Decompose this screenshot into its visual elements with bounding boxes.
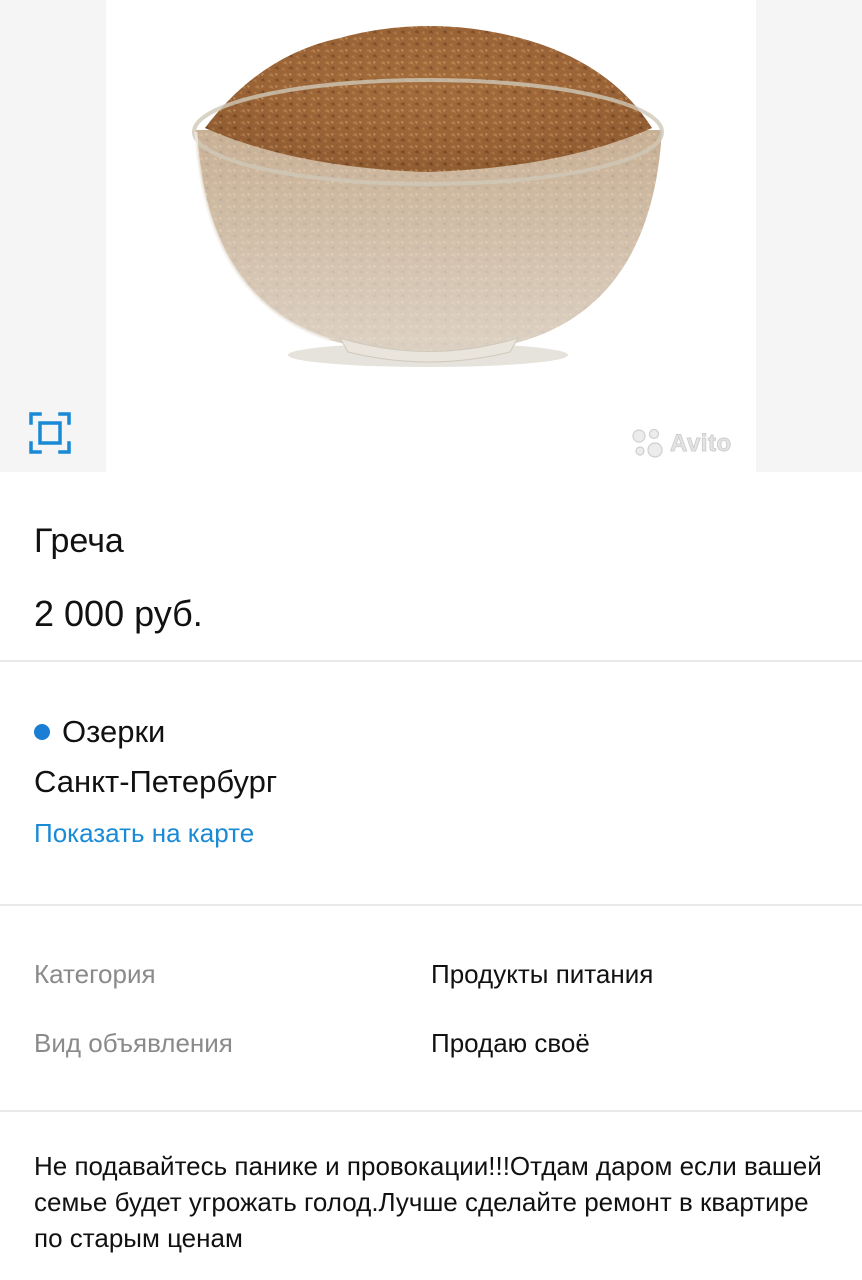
watermark-text: Avito xyxy=(670,430,732,458)
listing-title: Греча xyxy=(34,522,124,560)
param-label-category: Категория xyxy=(34,959,156,989)
city-name: Санкт-Петербург xyxy=(34,764,278,799)
avito-watermark: Avito xyxy=(630,424,732,464)
metro-name: Озерки xyxy=(62,714,166,749)
listing-price: 2 000 руб. xyxy=(34,593,203,634)
param-value-ad-type: Продаю своё xyxy=(431,1028,590,1058)
fullscreen-icon[interactable] xyxy=(28,411,72,455)
param-label-ad-type: Вид объявления xyxy=(34,1028,233,1058)
divider xyxy=(0,660,862,662)
show-on-map-link[interactable]: Показать на карте xyxy=(34,813,254,853)
param-value-category: Продукты питания xyxy=(431,959,654,989)
buckwheat-bowl-image xyxy=(192,26,664,367)
avito-logo-icon xyxy=(632,428,663,458)
listing-photo[interactable]: Avito xyxy=(0,0,862,472)
metro-dot-icon xyxy=(34,724,50,740)
divider xyxy=(0,1110,862,1112)
metro-station: Озерки xyxy=(34,710,165,754)
divider xyxy=(0,904,862,906)
listing-description: Не подавайтесь панике и провокации!!!Отд… xyxy=(34,1151,822,1253)
